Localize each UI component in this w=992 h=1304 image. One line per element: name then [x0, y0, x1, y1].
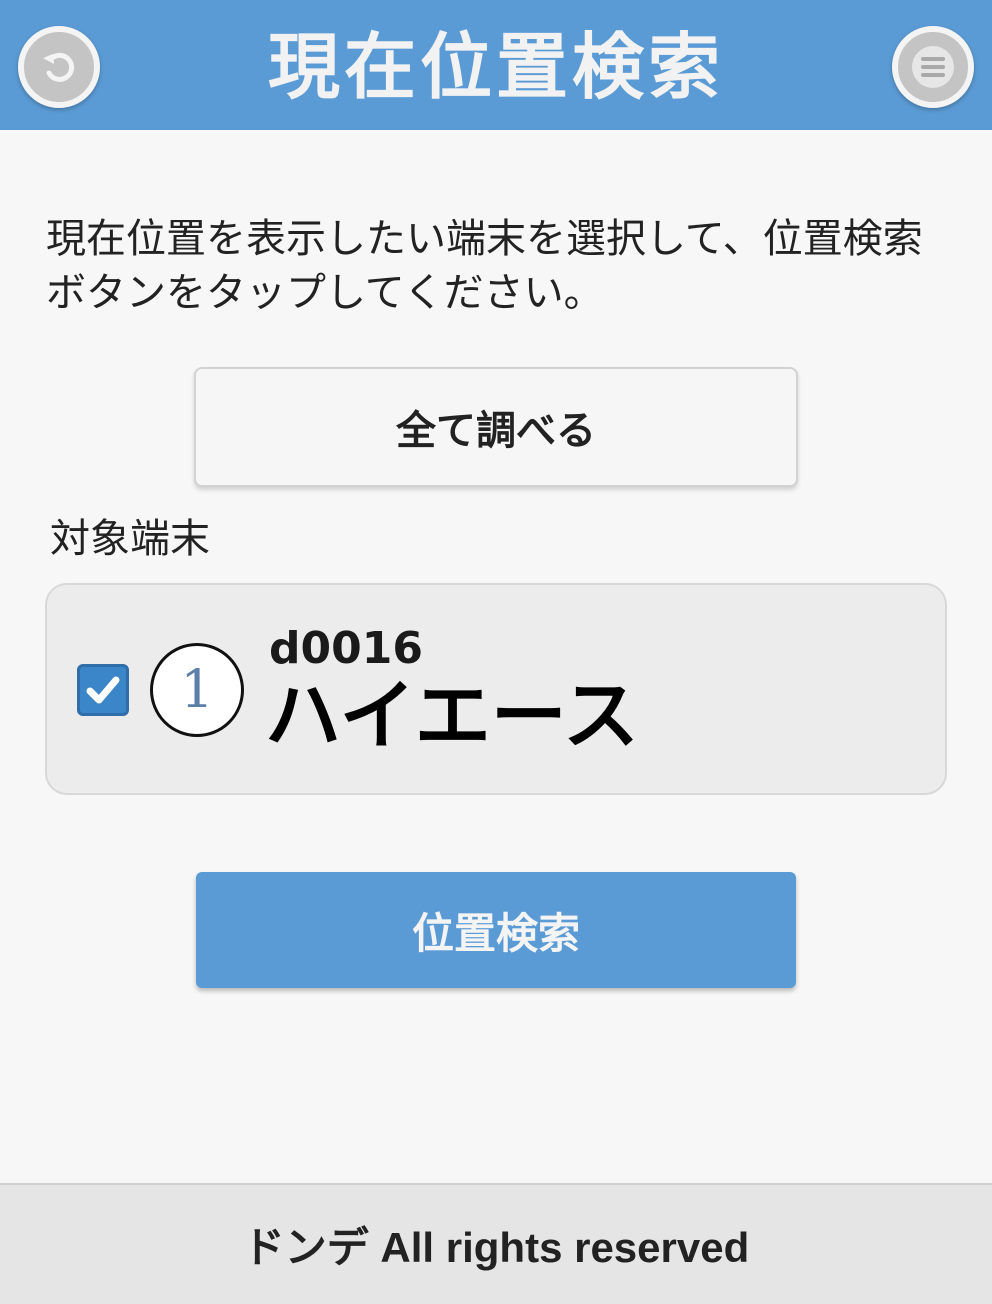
footer-copyright: ドンデ All rights reserved	[0, 1183, 992, 1304]
device-name: ハイエース	[265, 671, 639, 760]
marker-number-badge: 1	[150, 643, 244, 737]
check-all-button[interactable]: 全て調べる	[194, 367, 798, 487]
device-list-item[interactable]: 1 d0016 ハイエース	[45, 583, 947, 795]
device-id: d0016	[269, 623, 423, 674]
location-search-button[interactable]: 位置検索	[196, 872, 796, 988]
app-header: 現在位置検索	[0, 0, 992, 130]
page-title: 現在位置検索	[267, 25, 724, 109]
menu-button[interactable]	[892, 26, 974, 108]
page: 現在位置検索 現在位置を表示したい端末を選択して、位置検索ボタンをタップしてくだ…	[0, 0, 992, 1304]
hamburger-menu-icon	[912, 46, 954, 88]
device-checkbox[interactable]	[77, 664, 129, 716]
target-devices-label: 対象端末	[50, 516, 210, 562]
checkmark-icon	[86, 676, 120, 704]
instruction-text: 現在位置を表示したい端末を選択して、位置検索ボタンをタップしてください。	[46, 216, 923, 316]
